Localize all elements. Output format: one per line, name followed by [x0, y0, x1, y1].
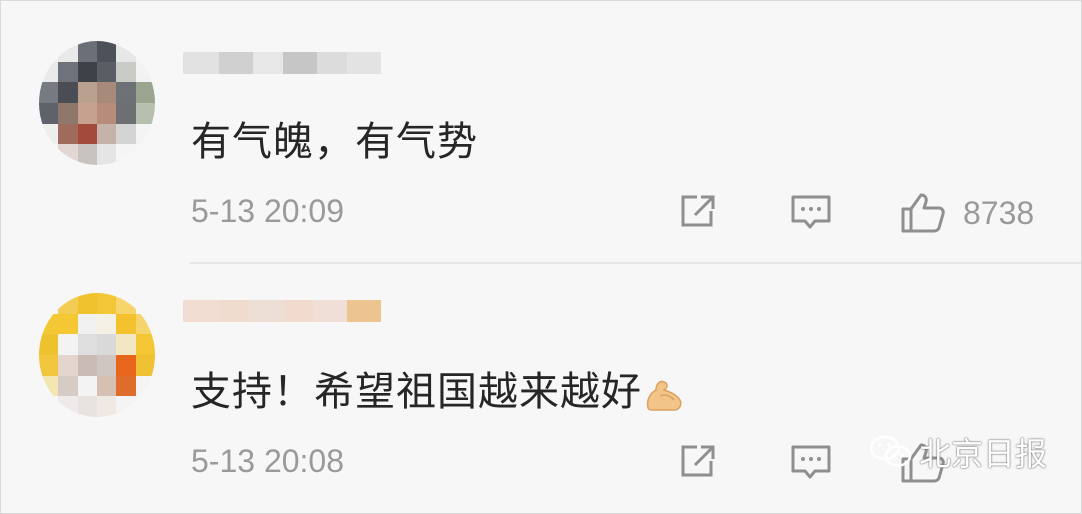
comment-text: 有气魄，有气势 [191, 119, 478, 165]
comment-icon [791, 445, 831, 479]
flexed-biceps-icon [646, 380, 682, 411]
comment-text-body: 支持！希望祖国越来越好 [191, 369, 642, 415]
share-icon [681, 445, 715, 477]
avatar-mosaic [39, 293, 155, 417]
avatar[interactable] [39, 293, 155, 417]
share-icon [681, 195, 715, 227]
comment-text: 支持！希望祖国越来越好 [191, 359, 686, 417]
avatar-mosaic [39, 41, 155, 165]
like-count: 8738 [963, 194, 1035, 231]
comment-item: 有气魄，有气势 5-13 20:09 8738 [1, 1, 1081, 263]
avatar[interactable] [39, 41, 155, 165]
watermark-text: 北京日报 [918, 435, 1047, 473]
wechat-icon [869, 435, 912, 467]
comment-list: 有气魄，有气势 5-13 20:09 8738 支持！希望祖国越来越好 5-13… [0, 0, 1082, 514]
watermark: 北京日报 [869, 429, 1047, 475]
comment-item: 支持！希望祖国越来越好 5-13 20:08 [1, 263, 1081, 513]
comment-button[interactable] [789, 441, 833, 483]
comment-time: 5-13 20:08 [191, 443, 345, 479]
comment-icon [791, 195, 831, 229]
comment-button[interactable] [789, 191, 833, 233]
share-button[interactable] [677, 191, 719, 231]
username-blurred[interactable] [183, 43, 381, 83]
thumbs-up-icon [901, 193, 945, 233]
like-button[interactable]: 8738 [899, 191, 1034, 235]
username-blurred[interactable] [183, 291, 381, 331]
share-button[interactable] [677, 441, 719, 481]
comment-time: 5-13 20:09 [191, 193, 345, 229]
